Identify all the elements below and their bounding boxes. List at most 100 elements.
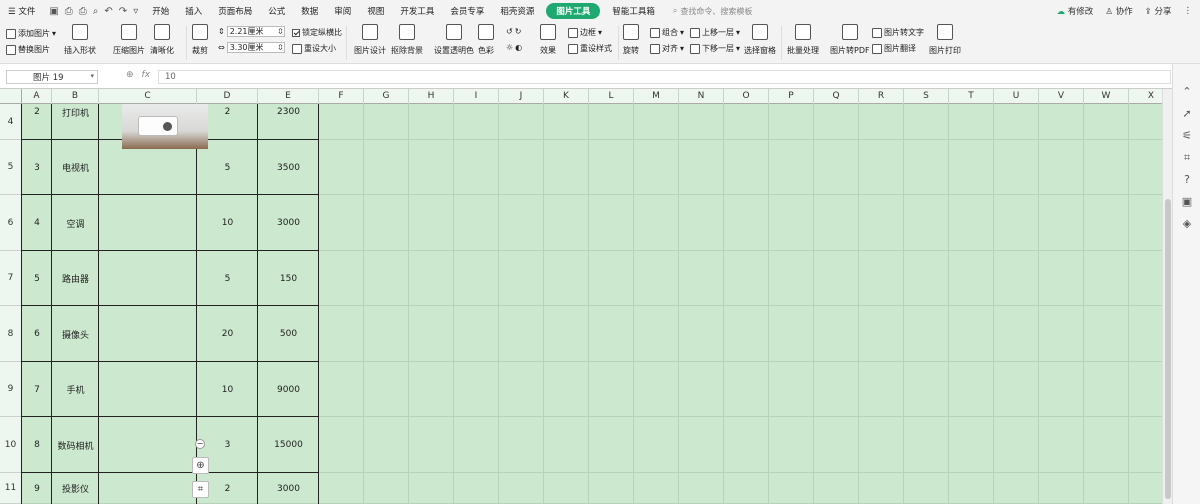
cell-a-5[interactable]: 3 [22,140,52,195]
column-header-p[interactable]: P [769,89,814,104]
add-picture-button[interactable]: 添加图片 ▾ [6,28,56,39]
column-header-m[interactable]: M [634,89,679,104]
cell-d-8[interactable]: 20 [197,306,258,362]
cell-e-4[interactable]: 2300 [258,104,319,140]
cell-e-9[interactable]: 9000 [258,362,319,417]
formula-input[interactable]: 10 [158,70,1171,84]
column-header-q[interactable]: Q [814,89,859,104]
projector-picture[interactable] [122,104,208,149]
cell-a-10[interactable]: 8 [22,417,52,473]
column-header-g[interactable]: G [364,89,409,104]
cell-b-5[interactable]: 电视机 [52,140,99,195]
to-pdf-button[interactable]: 图片转PDF [830,24,870,56]
column-header-k[interactable]: K [544,89,589,104]
picture-design-button[interactable]: 图片设计 [354,24,386,56]
cell-b-4[interactable]: 打印机 [52,104,99,140]
more-icon[interactable]: ▿ [133,6,138,17]
sharpen-button[interactable]: 清晰化 [150,24,174,56]
rotate-button[interactable]: 旋转 [623,24,639,56]
cell-b-6[interactable]: 空调 [52,195,99,251]
cell-a-7[interactable]: 5 [22,251,52,306]
image-icon[interactable]: ▣ [1181,196,1193,208]
tab-view[interactable]: 视图 [359,5,392,17]
column-header-f[interactable]: F [319,89,364,104]
settings-slider-icon[interactable]: ⚟ [1181,130,1193,142]
border-button[interactable]: 边框 ▾ [568,27,602,38]
column-header-r[interactable]: R [859,89,904,104]
print-icon[interactable]: ⎙ [79,6,87,17]
column-header-h[interactable]: H [409,89,454,104]
cell-a-4[interactable]: 2 [22,104,52,140]
row-header-6[interactable]: 6 [0,195,22,251]
cell-b-10[interactable]: 数码相机 [52,417,99,473]
location-icon[interactable]: ◈ [1181,218,1193,230]
tab-data[interactable]: 数据 [293,5,326,17]
column-header-c[interactable]: C [99,89,197,104]
tab-docer[interactable]: 稻壳资源 [492,5,542,17]
cell-e-7[interactable]: 150 [258,251,319,306]
tab-review[interactable]: 审阅 [326,5,359,17]
cell-e-5[interactable]: 3500 [258,140,319,195]
row-header-8[interactable]: 8 [0,306,22,362]
share-button[interactable]: ⇪ 分享 [1145,5,1172,17]
undo-icon[interactable]: ↶ [104,6,112,17]
column-header-i[interactable]: I [454,89,499,104]
row-header-9[interactable]: 9 [0,362,22,417]
select-all-corner[interactable] [0,89,22,104]
cell-d-7[interactable]: 5 [197,251,258,306]
cell-b-9[interactable]: 手机 [52,362,99,417]
reset-style-button[interactable]: 重设样式 [568,43,612,54]
align-button[interactable]: 对齐 ▾ [650,43,684,54]
collab-button[interactable]: ♙ 协作 [1105,5,1132,17]
reset-size-button[interactable]: 重设大小 [292,43,336,54]
cell-a-6[interactable]: 4 [22,195,52,251]
insert-shape-button[interactable]: 插入形状 [64,24,96,56]
cell-b-8[interactable]: 摄像头 [52,306,99,362]
bring-forward-button[interactable]: 上移一层 ▾ [690,27,740,38]
cursor-icon[interactable]: ➚ [1181,108,1193,120]
send-backward-button[interactable]: 下移一层 ▾ [690,43,740,54]
scroll-thumb[interactable] [1165,199,1171,499]
cell-e-8[interactable]: 500 [258,306,319,362]
save-icon[interactable]: ▣ [49,6,58,17]
remove-bg-button[interactable]: 抠除背景 [391,24,423,56]
cell-e-6[interactable]: 3000 [258,195,319,251]
row-header-5[interactable]: 5 [0,140,22,195]
brightness-buttons[interactable]: ☼ ◐ [506,43,522,52]
effects-button[interactable]: 效果 [540,24,556,56]
tab-member[interactable]: 会员专享 [442,5,492,17]
column-header-s[interactable]: S [904,89,949,104]
zoom-icon[interactable]: ⊕ [126,70,134,80]
command-search[interactable]: ⌕ 查找命令、搜索模板 [663,6,752,17]
replace-picture-button[interactable]: 替换图片 [6,44,50,55]
set-transparent-button[interactable]: 设置透明色 [434,24,474,56]
column-header-o[interactable]: O [724,89,769,104]
row-header-11[interactable]: 11 [0,473,22,504]
cell-a-8[interactable]: 6 [22,306,52,362]
column-header-v[interactable]: V [1039,89,1084,104]
column-header-b[interactable]: B [52,89,99,104]
height-field[interactable]: ⇕ 2.21厘米 ⇳ [218,26,285,37]
selection-pane-button[interactable]: 选择窗格 [744,24,776,56]
tab-home[interactable]: 开始 [144,5,177,17]
translate-button[interactable]: 图片翻译 [872,43,916,54]
column-header-l[interactable]: L [589,89,634,104]
row-header-7[interactable]: 7 [0,251,22,306]
chevron-down-icon[interactable]: ▾ [90,72,94,80]
column-header-t[interactable]: T [949,89,994,104]
file-menu[interactable]: ☰ 文件 [0,5,43,17]
column-header-e[interactable]: E [258,89,319,104]
group-button[interactable]: 组合 ▾ [650,27,684,38]
collapse-handle[interactable]: − [195,439,205,449]
tab-developer[interactable]: 开发工具 [392,5,442,17]
cell-a-9[interactable]: 7 [22,362,52,417]
crop-picture-button[interactable]: ⌗ [192,481,209,498]
tab-picture-tools[interactable]: 图片工具 [546,3,601,19]
tab-page-layout[interactable]: 页面布局 [210,5,260,17]
column-header-n[interactable]: N [679,89,724,104]
cell-d-9[interactable]: 10 [197,362,258,417]
redo-icon[interactable]: ↷ [119,6,127,17]
row-header-10[interactable]: 10 [0,417,22,473]
color-button[interactable]: 色彩 [478,24,494,56]
zoom-picture-button[interactable]: ⊕ [192,457,209,474]
